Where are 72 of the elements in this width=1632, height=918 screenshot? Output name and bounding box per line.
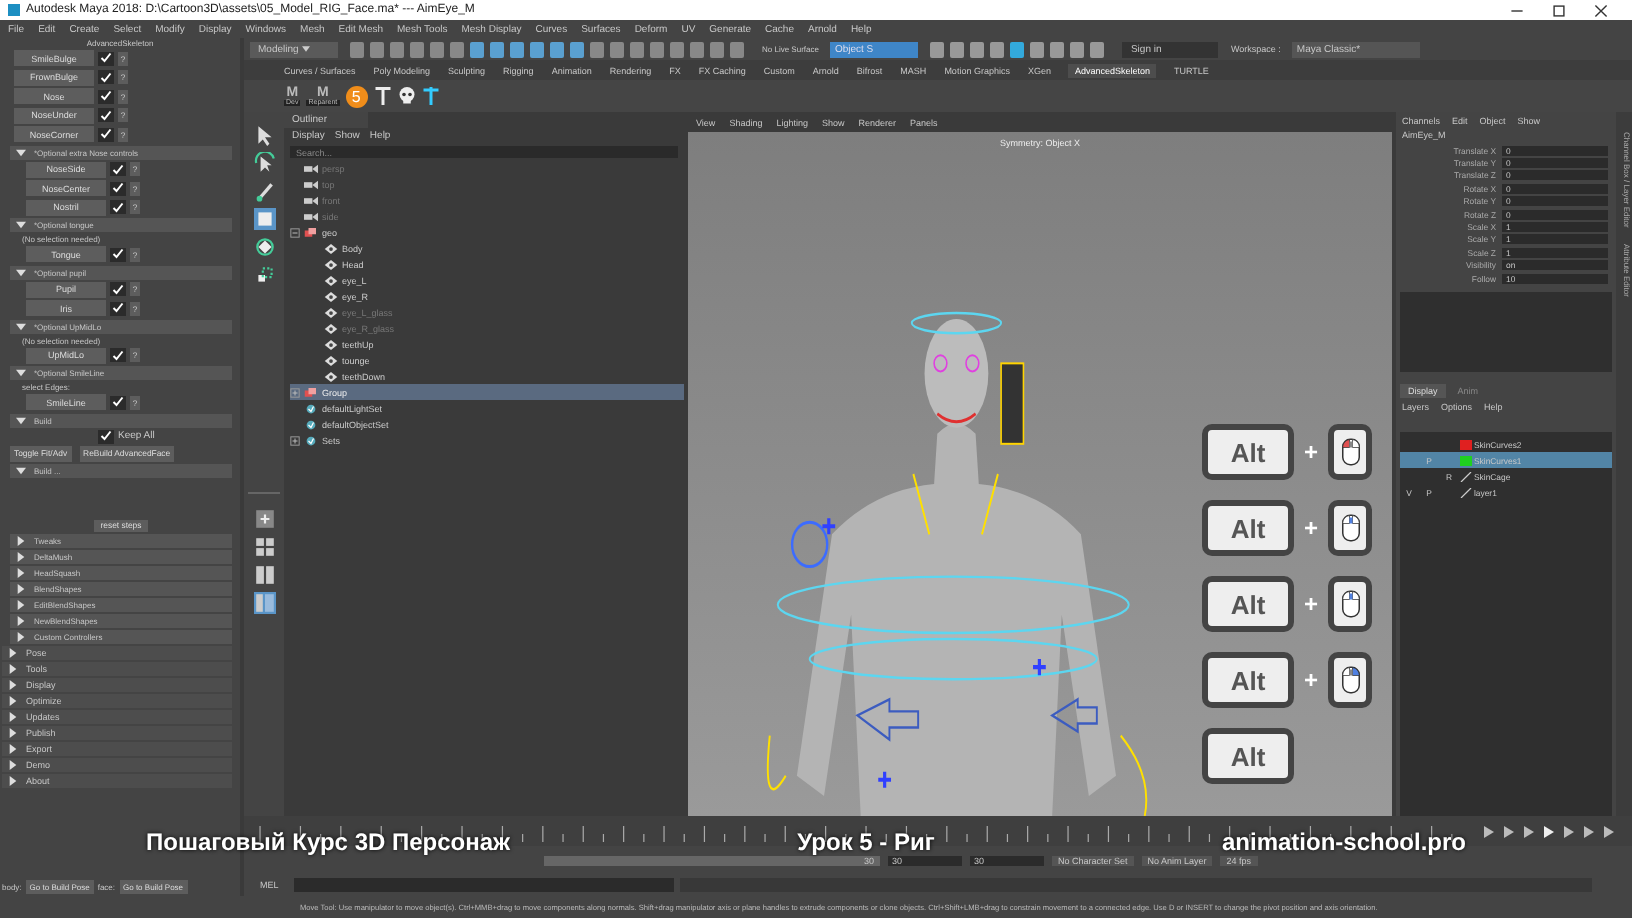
mesh-icon: [324, 275, 338, 285]
checkbox[interactable]: [110, 282, 126, 297]
key-cap: Alt: [1201, 728, 1294, 784]
rotate-tool-icon[interactable]: [253, 236, 275, 258]
checkbox[interactable]: [98, 51, 114, 66]
collapse-icon[interactable]: [290, 227, 300, 237]
checkbox[interactable]: [110, 348, 126, 363]
plus-sign: +: [1303, 590, 1318, 618]
joint-icon[interactable]: [421, 84, 440, 108]
collapse-triangle-icon[interactable]: [16, 368, 26, 378]
mesh-icon: [324, 323, 338, 333]
mesh-icon: [324, 307, 338, 317]
mesh-icon: [324, 355, 338, 365]
layer-color-swatch[interactable]: [1460, 455, 1472, 466]
caret-icon: [301, 45, 310, 51]
set-icon: [304, 403, 318, 413]
mesh-icon: [324, 291, 338, 301]
collapse-triangle-icon[interactable]: [16, 147, 26, 157]
set-icon: [304, 419, 318, 429]
plus-sign: +: [1303, 666, 1318, 694]
restore-icon[interactable]: [1552, 3, 1566, 17]
select-tool-icon[interactable]: [253, 124, 275, 146]
skull-icon[interactable]: [397, 84, 416, 108]
expand-icon[interactable]: [290, 435, 300, 445]
collapse-triangle-icon[interactable]: [16, 321, 26, 331]
key-cap: Alt: [1201, 424, 1294, 480]
paint-brush-icon[interactable]: [253, 180, 275, 202]
command-input-field[interactable]: [294, 878, 674, 892]
video-caption: Урок 5 - Риг: [797, 828, 935, 856]
video-caption: Пошаговый Курс 3D Персонаж: [146, 828, 511, 856]
scale-tool-icon[interactable]: [253, 264, 275, 286]
mesh-icon: [324, 371, 338, 381]
collapse-triangle-icon[interactable]: [16, 415, 26, 425]
four-view-layout-icon[interactable]: [253, 536, 275, 558]
checkbox[interactable]: [98, 89, 114, 104]
checkbox[interactable]: [110, 181, 126, 196]
collapse-triangle-icon[interactable]: [16, 465, 26, 475]
layer-color-swatch[interactable]: [1460, 439, 1472, 450]
checkbox[interactable]: [110, 247, 126, 262]
move-tool-icon[interactable]: [253, 208, 275, 230]
checkbox[interactable]: [110, 162, 126, 177]
checkbox[interactable]: [98, 127, 114, 142]
two-view-layout-icon[interactable]: [253, 564, 275, 586]
plus-sign: +: [1303, 438, 1318, 466]
camera-icon: [304, 195, 318, 205]
video-caption: animation-school.pro: [1221, 828, 1466, 856]
plus-sign: +: [1303, 514, 1318, 542]
group-icon: [304, 227, 318, 237]
checkbox[interactable]: [98, 70, 114, 85]
checkbox[interactable]: [98, 108, 114, 123]
checkbox[interactable]: [110, 301, 126, 316]
key-cap: Alt: [1201, 652, 1294, 708]
mesh-icon: [324, 339, 338, 349]
single-view-layout-icon[interactable]: [253, 508, 275, 530]
collapse-triangle-icon[interactable]: [16, 220, 26, 230]
mesh-icon: [324, 259, 338, 269]
checkbox[interactable]: [110, 200, 126, 215]
group-icon: [304, 387, 318, 397]
collapse-triangle-icon[interactable]: [16, 267, 26, 277]
set-icon: [304, 435, 318, 445]
mesh-icon: [324, 243, 338, 253]
outliner-layout-icon[interactable]: [253, 592, 275, 614]
camera-icon: [304, 179, 318, 189]
camera-icon: [304, 163, 318, 173]
app-logo-icon: [8, 4, 20, 16]
camera-icon: [304, 211, 318, 221]
checkbox[interactable]: [110, 395, 126, 410]
key-cap: Alt: [1201, 500, 1294, 556]
lasso-tool-icon[interactable]: [253, 152, 275, 174]
close-icon[interactable]: [1594, 3, 1608, 17]
key-cap: Alt: [1201, 576, 1294, 632]
checkbox[interactable]: [98, 429, 114, 443]
